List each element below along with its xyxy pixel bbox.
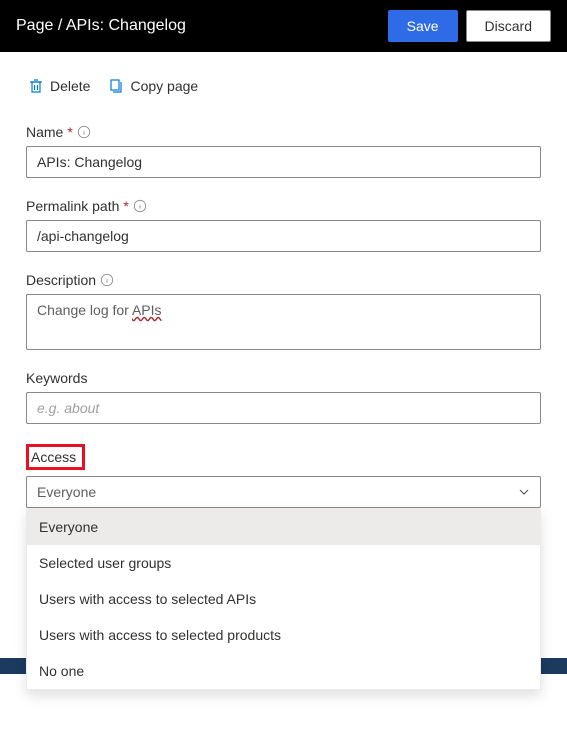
keywords-field: Keywords [26,370,541,424]
info-icon[interactable] [100,273,114,287]
chevron-down-icon [518,486,530,498]
access-option[interactable]: Users with access to selected products [27,617,540,653]
required-marker: * [123,198,128,214]
toolbar: Delete Copy page [0,52,567,106]
keywords-input[interactable] [26,392,541,424]
description-text: Change log for [37,302,132,318]
access-label-text: Access [31,449,76,465]
permalink-input[interactable] [26,220,541,252]
description-input[interactable]: Change log for APIs [26,294,541,350]
keywords-label: Keywords [26,370,541,386]
permalink-label-text: Permalink path [26,198,119,214]
permalink-label: Permalink path * [26,198,541,214]
access-select[interactable]: Everyone [26,476,541,508]
page-header: Page / APIs: Changelog Save Discard [0,0,567,52]
name-label: Name * [26,124,541,140]
trash-icon [28,78,44,94]
access-option[interactable]: Users with access to selected APIs [27,581,540,617]
required-marker: * [67,124,72,140]
name-label-text: Name [26,124,63,140]
info-icon[interactable] [77,125,91,139]
page-title: Page / APIs: Changelog [16,17,380,35]
permalink-field: Permalink path * [26,198,541,252]
save-button[interactable]: Save [388,10,458,42]
page-form: Name * Permalink path * Description Chan… [0,106,567,508]
access-field: Access Everyone EveryoneSelected user gr… [26,444,541,508]
access-label-highlight: Access [26,444,85,470]
description-label-text: Description [26,272,96,288]
copy-label: Copy page [130,78,198,94]
description-text-underlined: APIs [132,302,162,318]
name-input[interactable] [26,146,541,178]
access-option[interactable]: Everyone [27,509,540,545]
copy-icon [108,78,124,94]
copy-page-button[interactable]: Copy page [108,78,198,94]
keywords-label-text: Keywords [26,370,87,386]
access-selected-value: Everyone [37,484,96,500]
info-icon[interactable] [133,199,147,213]
name-field: Name * [26,124,541,178]
delete-button[interactable]: Delete [28,78,90,94]
description-label: Description [26,272,541,288]
access-option[interactable]: Selected user groups [27,545,540,581]
access-option[interactable]: No one [27,653,540,689]
access-dropdown: EveryoneSelected user groupsUsers with a… [26,508,541,690]
description-field: Description Change log for APIs [26,272,541,350]
access-select-wrap: Everyone EveryoneSelected user groupsUse… [26,476,541,508]
delete-label: Delete [50,78,90,94]
discard-button[interactable]: Discard [466,10,551,42]
